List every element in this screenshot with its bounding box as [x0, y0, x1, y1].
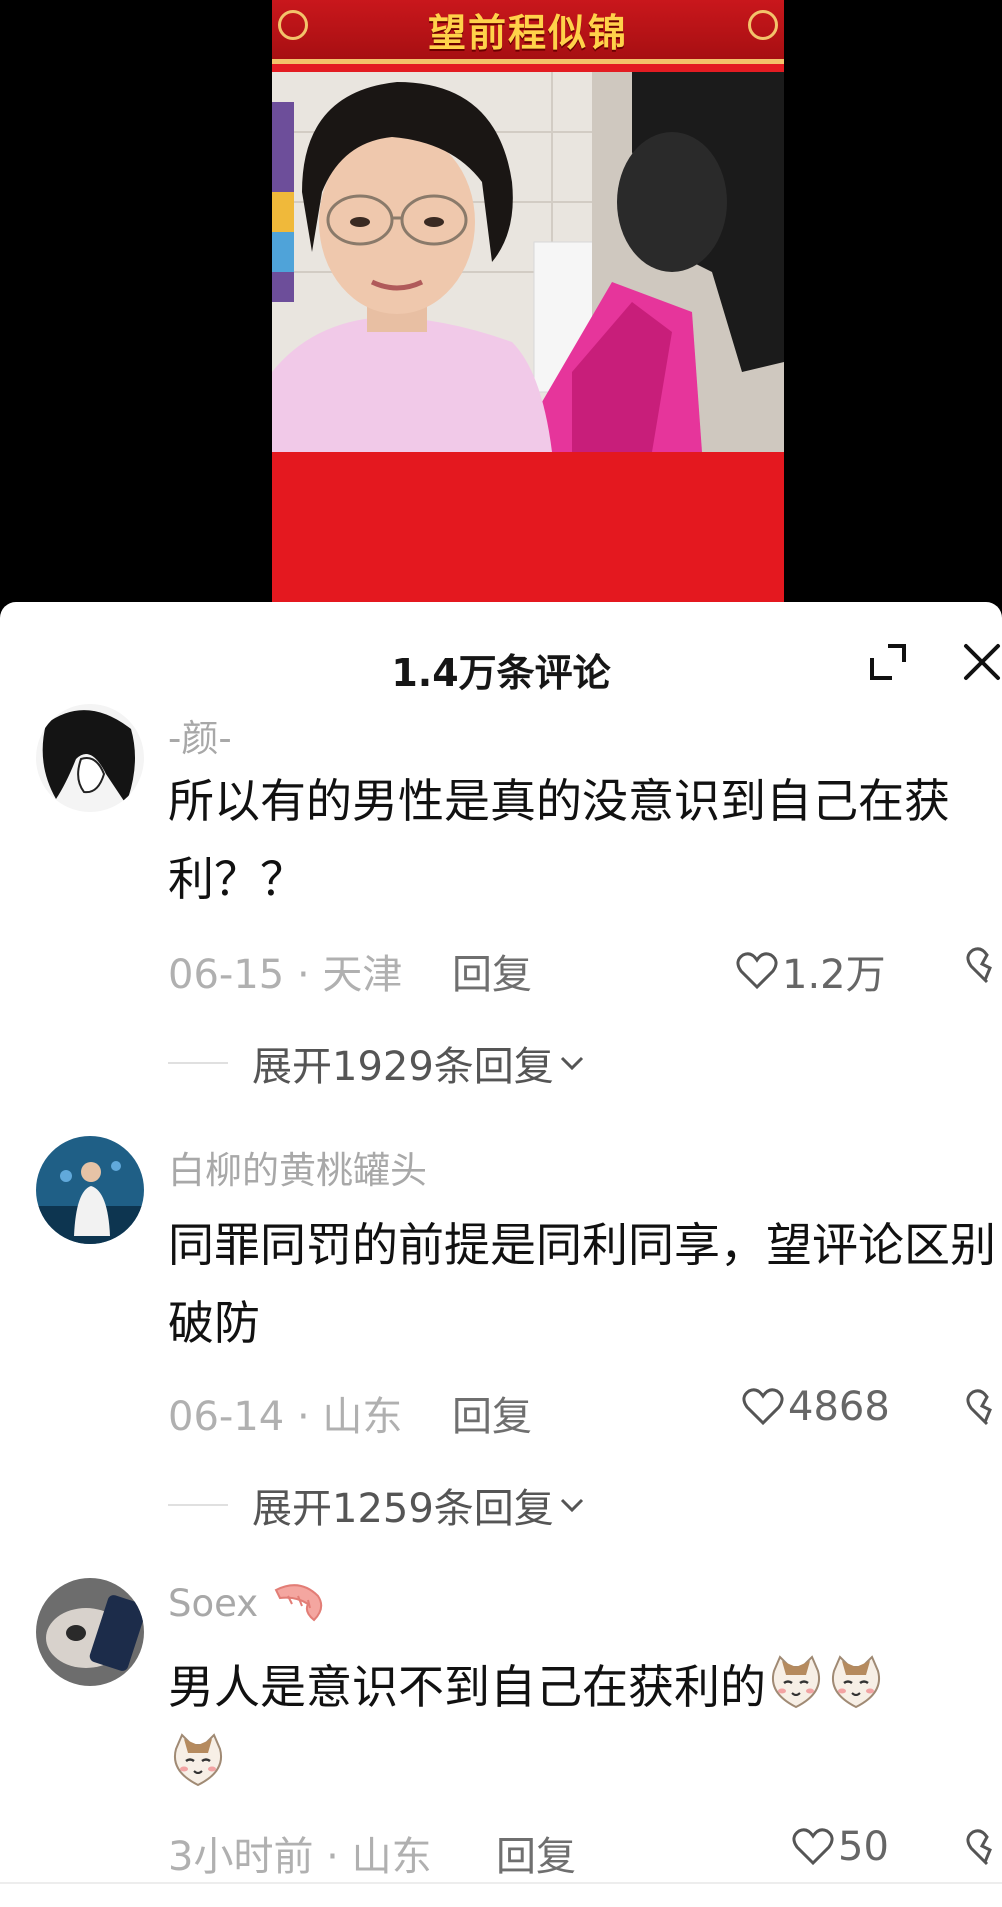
divider [168, 1504, 228, 1506]
dislike-icon[interactable] [966, 1388, 1002, 1432]
heart-icon [792, 1828, 834, 1866]
comment-count-title: 1.4万条评论 [391, 651, 611, 695]
video-red-bar [272, 452, 784, 602]
dislike-icon[interactable] [966, 1828, 1002, 1872]
cat-face-emoji [772, 1655, 820, 1709]
video-frame: 望前程似锦 [272, 0, 784, 602]
expand-replies-label: 展开1929条回复 [252, 1044, 554, 1090]
like-button[interactable]: 4868 [742, 1384, 890, 1430]
like-count: 4868 [788, 1384, 890, 1430]
comment-username[interactable]: Soex [168, 1582, 328, 1625]
heart-icon [742, 1388, 784, 1426]
chevron-down-icon [560, 1056, 583, 1071]
reply-button[interactable]: 回复 [496, 1824, 576, 1882]
video-banner: 望前程似锦 [272, 0, 784, 64]
like-button[interactable]: 1.2万 [736, 942, 886, 1000]
comment-date-location: 3小时前 · 山东 [168, 1834, 432, 1880]
expand-replies-button[interactable]: 展开1929条回复 [168, 1034, 590, 1092]
comment-text: 同罪同罚的前提是同利同享，望评论区别破防 [168, 1218, 996, 1350]
cat-face-emoji [174, 1733, 222, 1787]
reply-button[interactable]: 回复 [452, 942, 532, 1000]
comment-date-location: 06-14 · 山东 [168, 1394, 403, 1440]
like-count: 50 [838, 1824, 889, 1870]
expand-replies-button[interactable]: 展开1259条回复 [168, 1476, 590, 1534]
expand-corner-icon[interactable] [866, 640, 910, 684]
comment-text: 男人是意识不到自己在获利的 [168, 1648, 998, 1804]
avatar[interactable] [36, 1136, 144, 1244]
comment-text: 所以有的男性是真的没意识到自己在获利？？ [168, 774, 950, 906]
comment-sheet: 1.4万条评论 -颜- 所以有的男性是真的没意识到自己在获利？？ 06-15 ·… [0, 602, 1002, 1907]
avatar[interactable] [36, 704, 144, 812]
close-icon[interactable] [960, 640, 1002, 684]
comment-username-text: Soex [168, 1582, 259, 1625]
comment-text-content: 男人是意识不到自己在获利的 [168, 1660, 766, 1714]
video-photo [272, 72, 784, 452]
like-count: 1.2万 [782, 952, 886, 998]
avatar[interactable] [36, 1578, 144, 1686]
comment-username[interactable]: -颜- [168, 708, 232, 762]
heart-icon [736, 952, 778, 990]
chevron-down-icon [560, 1498, 583, 1513]
comment-username[interactable]: 白柳的黄桃罐头 [168, 1140, 427, 1194]
shrimp-icon [274, 1584, 323, 1622]
cat-face-emoji [832, 1655, 880, 1709]
banner-title: 望前程似锦 [427, 11, 628, 55]
expand-replies-label: 展开1259条回复 [252, 1486, 554, 1532]
divider [0, 1882, 1002, 1884]
comment-date-location: 06-15 · 天津 [168, 952, 403, 998]
dislike-icon[interactable] [966, 946, 1002, 990]
divider [168, 1062, 228, 1064]
reply-button[interactable]: 回复 [452, 1384, 532, 1442]
video-player[interactable]: 望前程似锦 [0, 0, 1002, 602]
like-button[interactable]: 50 [792, 1824, 889, 1870]
